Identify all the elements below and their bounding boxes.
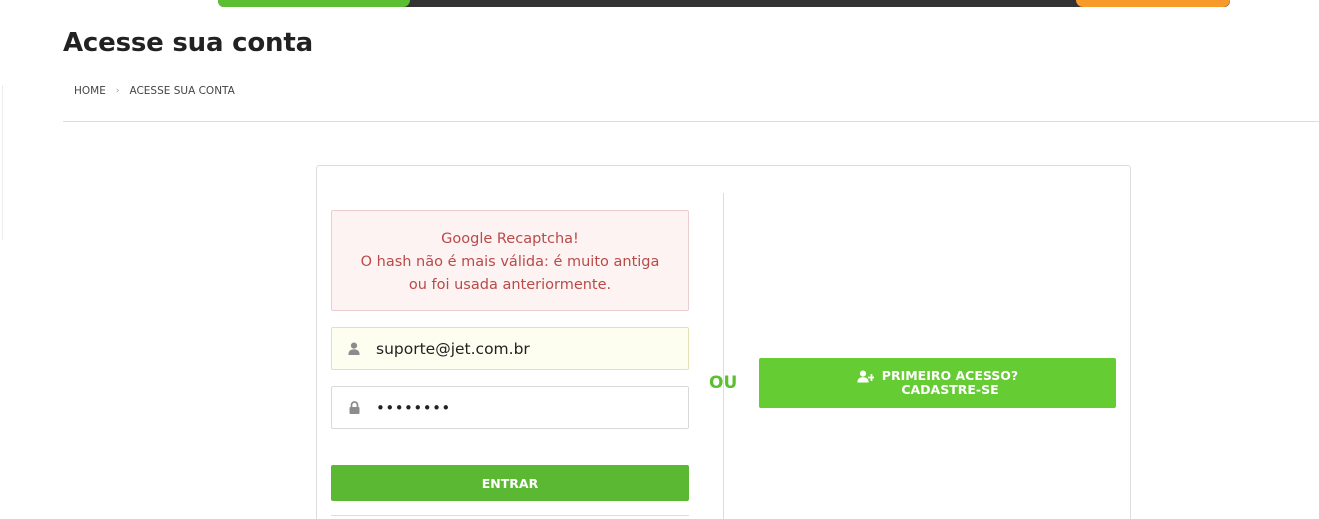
register-label-line2: CADASTRE-SE [901, 382, 999, 397]
user-icon [332, 342, 376, 355]
login-bottom-divider [331, 515, 689, 516]
alert-message-line2: ou foi usada anteriormente. [408, 277, 612, 293]
breadcrumb-separator: › [115, 86, 120, 96]
breadcrumb-current: ACESSE SUA CONTA [129, 85, 235, 97]
user-plus-icon [857, 370, 874, 383]
login-submit-button[interactable]: ENTRAR [331, 465, 689, 501]
panel-vertical-divider [723, 193, 724, 519]
alert-title: Google Recaptcha! [441, 231, 579, 247]
email-value: suporte@jet.com.br [376, 339, 530, 358]
email-field[interactable]: suporte@jet.com.br [331, 327, 689, 370]
lock-icon [332, 401, 376, 414]
password-value: •••••••• [376, 398, 451, 417]
recaptcha-error-alert: Google Recaptcha! O hash não é mais váli… [331, 210, 689, 311]
password-field[interactable]: •••••••• [331, 386, 689, 429]
top-accent-bar [218, 0, 1230, 7]
page-title: Acesse sua conta [63, 28, 313, 58]
left-edge-tab [0, 85, 3, 240]
register-label-line1: PRIMEIRO ACESSO? [881, 368, 1019, 383]
top-accent-orange [1076, 0, 1230, 7]
breadcrumb-home-link[interactable]: HOME [74, 85, 106, 97]
header-divider [63, 121, 1319, 122]
alert-message-line1: O hash não é mais válida: é muito antiga [360, 254, 660, 270]
register-button[interactable]: PRIMEIRO ACESSO? CADASTRE-SE [759, 358, 1116, 408]
breadcrumb: HOME › ACESSE SUA CONTA [74, 85, 235, 97]
or-divider-text: OU [709, 373, 738, 393]
top-accent-green [218, 0, 410, 7]
